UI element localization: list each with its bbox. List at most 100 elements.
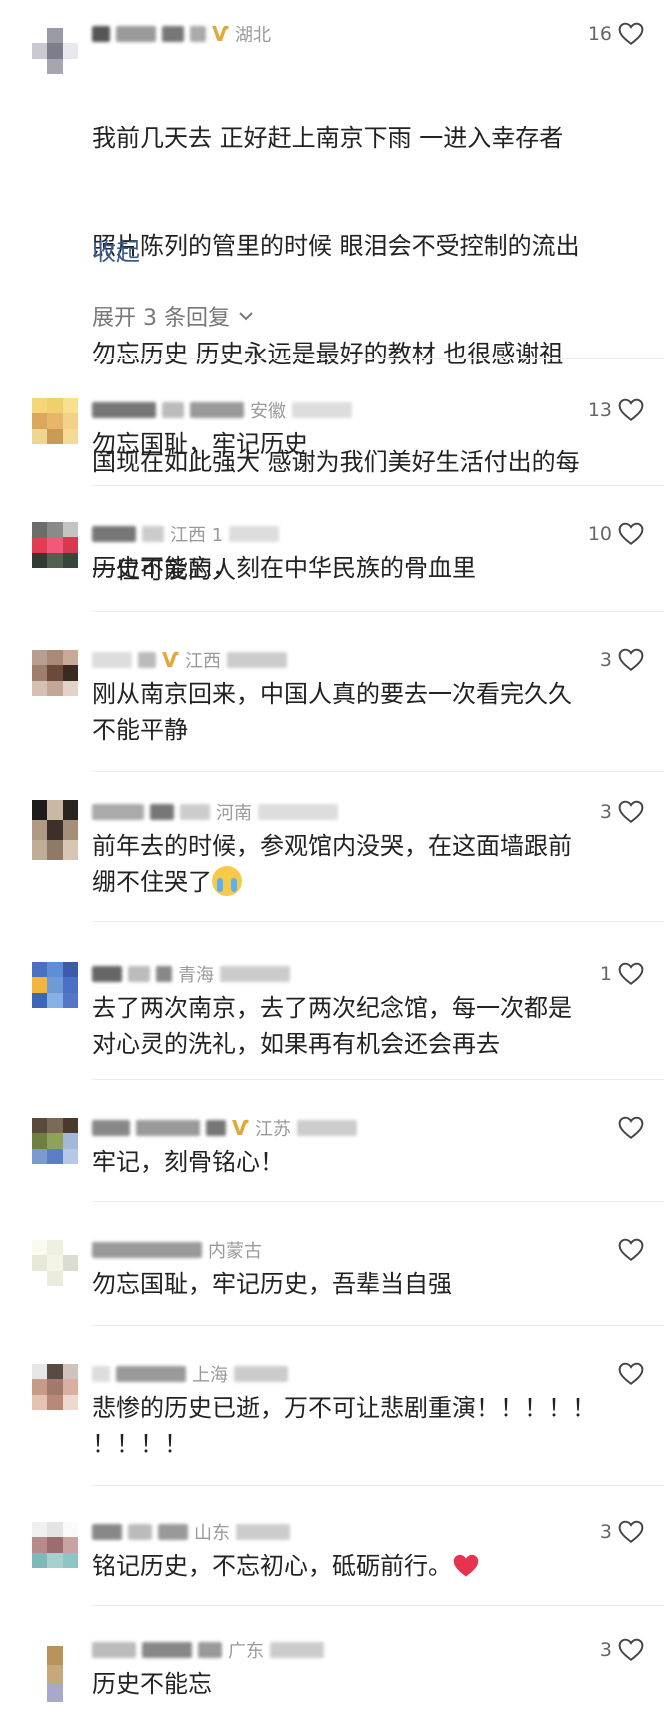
username-blurred[interactable] [158, 1524, 188, 1540]
author-row: 江西 1 [92, 520, 280, 548]
red-heart-emoji-icon [453, 1554, 479, 1577]
username-blurred[interactable] [128, 966, 150, 982]
author-row: 河南 [92, 798, 338, 826]
like-button[interactable] [618, 1114, 644, 1142]
username-blurred[interactable] [92, 652, 132, 668]
avatar[interactable] [32, 1522, 78, 1568]
avatar[interactable] [32, 522, 78, 568]
username-blurred[interactable] [92, 402, 156, 418]
avatar[interactable] [32, 962, 78, 1008]
ip-blurred [234, 1366, 288, 1382]
username-blurred[interactable] [92, 966, 122, 982]
comment-text-body: 前年去的时候，参观馆内没哭，在这面墙跟前 绷不住哭了 [92, 832, 572, 896]
username-blurred[interactable] [116, 1366, 186, 1382]
heart-outline-icon [618, 1116, 644, 1139]
like-button[interactable]: 3 [600, 646, 644, 674]
heart-outline-icon [618, 398, 644, 421]
author-row: 山东 [92, 1518, 290, 1546]
avatar[interactable] [32, 800, 78, 860]
comment-line: 照片陈列的管里的时候 眼泪会不受控制的流出 [92, 232, 580, 260]
avatar[interactable] [32, 1118, 78, 1164]
comment-line: 我前几天去 正好赶上南京下雨 一进入幸存者 [92, 124, 564, 152]
ip-blurred [229, 526, 280, 542]
ip-blurred [227, 652, 288, 668]
avatar[interactable] [32, 1240, 78, 1286]
username-blurred[interactable] [92, 526, 136, 542]
username-blurred[interactable] [162, 402, 184, 418]
username-blurred[interactable] [190, 26, 206, 42]
comment-item: 河南 3 前年去的时候，参观馆内没哭，在这面墙跟前 绷不住哭了 [0, 772, 664, 922]
heart-outline-icon [618, 800, 644, 823]
heart-outline-icon [618, 1238, 644, 1261]
collapse-link[interactable]: 收起 [92, 232, 140, 267]
username-blurred[interactable] [92, 26, 110, 42]
ip-blurred [297, 1120, 358, 1136]
username-blurred[interactable] [92, 1366, 110, 1382]
author-row: 上海 [92, 1360, 288, 1388]
comment-text-body: 铭记历史，不忘初心，砥砺前行。 [92, 1552, 452, 1580]
username-blurred[interactable] [92, 1642, 136, 1658]
expand-replies-button[interactable]: 展开 3 条回复 [92, 300, 254, 332]
comment-text: 刚从南京回来，中国人真的要去一次看完久久 不能平静 [92, 680, 572, 744]
comment-text: 去了两次南京，去了两次纪念馆，每一次都是 对心灵的洗礼，如果再有机会还会再去 [92, 994, 572, 1058]
username-blurred[interactable] [92, 1242, 202, 1258]
location-label: 河南 [216, 803, 252, 824]
comment-item: 广东 3 历史不能忘 [0, 1606, 664, 1714]
username-blurred[interactable] [136, 1120, 200, 1136]
username-blurred[interactable] [92, 804, 144, 820]
divider [92, 358, 664, 359]
like-button[interactable]: 1 [600, 960, 644, 988]
ip-blurred [292, 402, 352, 418]
avatar[interactable] [32, 28, 78, 74]
username-blurred[interactable] [142, 1642, 192, 1658]
comment-text: 历史不能忘 [92, 1670, 212, 1698]
gold-badge-icon: Ѵ [232, 1116, 250, 1140]
ip-blurred [258, 804, 338, 820]
heart-outline-icon [618, 1520, 644, 1543]
heart-outline-icon [618, 522, 644, 545]
like-button[interactable]: 3 [600, 798, 644, 826]
like-button[interactable]: 3 [600, 1518, 644, 1546]
username-blurred[interactable] [190, 402, 244, 418]
username-blurred[interactable] [92, 1120, 130, 1136]
heart-outline-icon [618, 962, 644, 985]
avatar[interactable] [32, 1646, 78, 1702]
comment-text: 历史不能忘，刻在中华民族的骨血里 [92, 554, 476, 582]
like-button[interactable]: 16 [588, 20, 644, 48]
avatar[interactable] [32, 1364, 78, 1410]
like-button[interactable]: 13 [588, 396, 644, 424]
author-row: 广东 [92, 1636, 324, 1664]
location-label: 青海 [178, 965, 214, 986]
username-blurred[interactable] [150, 804, 174, 820]
username-blurred[interactable] [156, 966, 172, 982]
avatar[interactable] [32, 398, 78, 444]
comment-text: 悲惨的历史已逝，万不可让悲剧重演！！！！！ ！！！！ [92, 1394, 596, 1458]
like-button[interactable] [618, 1236, 644, 1264]
username-blurred[interactable] [198, 1642, 222, 1658]
username-blurred[interactable] [128, 1524, 152, 1540]
location-label: 上海 [192, 1365, 228, 1386]
username-blurred[interactable] [138, 652, 156, 668]
username-blurred[interactable] [162, 26, 184, 42]
expand-replies-label: 展开 3 条回复 [92, 306, 230, 331]
comment-item: 山东 3 铭记历史，不忘初心，砥砺前行。 [0, 1486, 664, 1606]
like-count: 13 [587, 399, 612, 421]
like-button[interactable] [618, 1360, 644, 1388]
like-button[interactable]: 10 [588, 520, 644, 548]
username-blurred[interactable] [206, 1120, 226, 1136]
heart-outline-icon [618, 1638, 644, 1661]
username-blurred[interactable] [92, 1524, 122, 1540]
username-blurred[interactable] [142, 526, 164, 542]
heart-outline-icon [618, 1362, 644, 1385]
comment-text: 勿忘国耻，牢记历史，吾辈当自强 [92, 1270, 452, 1298]
avatar[interactable] [32, 650, 78, 696]
like-button[interactable]: 3 [600, 1636, 644, 1664]
username-blurred[interactable] [180, 804, 210, 820]
location-label: 江西 1 [170, 525, 224, 546]
comment-item: 安徽 13 勿忘国耻，牢记历史 [0, 360, 664, 486]
heart-outline-icon [618, 648, 644, 671]
location-label: 江苏 [255, 1119, 292, 1140]
comment-text: 前年去的时候，参观馆内没哭，在这面墙跟前 绷不住哭了 [92, 828, 642, 900]
username-blurred[interactable] [116, 26, 156, 42]
like-count: 10 [587, 523, 612, 545]
